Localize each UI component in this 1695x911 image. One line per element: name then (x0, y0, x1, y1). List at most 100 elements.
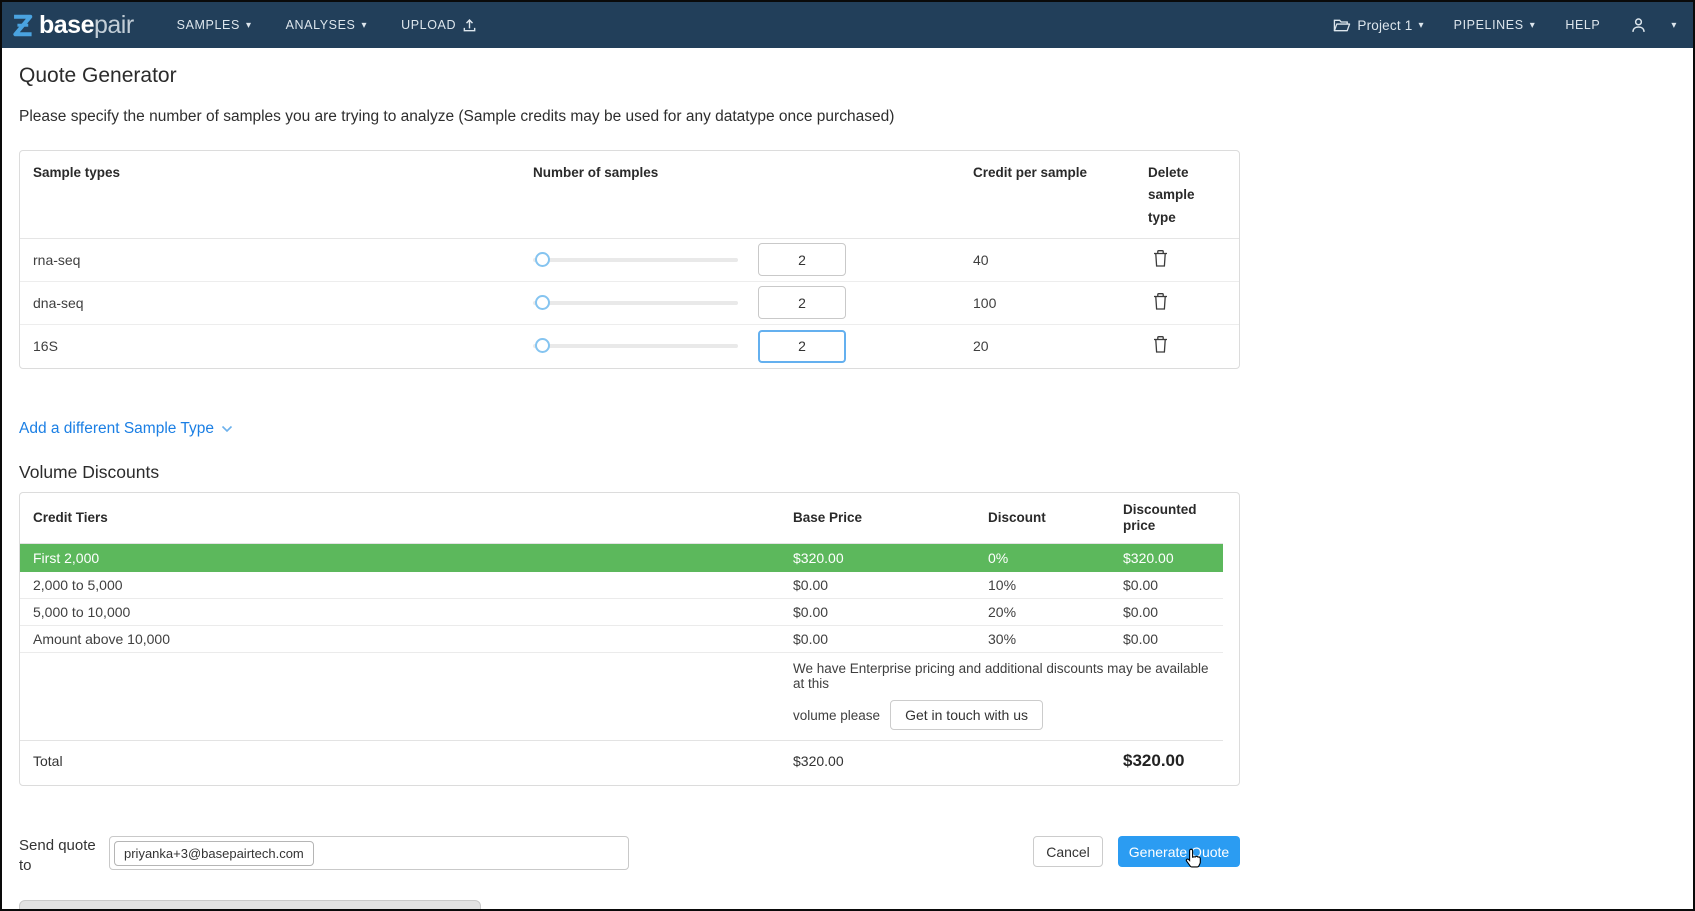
form-actions: Cancel Generate Quote (1033, 836, 1240, 867)
volume-discounts-title: Volume Discounts (19, 462, 1693, 483)
credit-per-sample-value: 20 (973, 338, 1148, 354)
discount-value: 20% (988, 604, 1123, 620)
main-content: Quote Generator Please specify the numbe… (2, 48, 1693, 911)
sample-type-label: 16S (33, 338, 533, 354)
credit-per-sample-value: 40 (973, 252, 1148, 268)
slider-track[interactable] (533, 258, 738, 262)
navbar-left: basepair SAMPLES ▾ ANALYSES ▾ UPLOAD (10, 11, 494, 40)
send-quote-label: Send quote to (19, 836, 109, 875)
total-base-price: $320.00 (793, 753, 988, 769)
brand-text-bold: base (39, 11, 94, 40)
email-chip[interactable]: priyanka+3@basepairtech.com (114, 841, 314, 866)
table-row: 16S 20 (20, 325, 1239, 368)
table-row: rna-seq 40 (20, 239, 1239, 282)
basepair-logo[interactable]: basepair (10, 11, 134, 40)
discount-value: 0% (988, 550, 1123, 566)
brand-text-light: pair (94, 11, 134, 40)
add-sample-type-label: Add a different Sample Type (19, 420, 214, 438)
quote-generator-page: basepair SAMPLES ▾ ANALYSES ▾ UPLOAD (0, 0, 1695, 911)
discounts-table-header: Credit Tiers Base Price Discount Discoun… (20, 493, 1223, 544)
slider-thumb[interactable] (535, 338, 550, 353)
send-quote-input[interactable]: priyanka+3@basepairtech.com (109, 836, 629, 870)
delete-sample-button[interactable] (1148, 292, 1169, 314)
column-header-discount: Discount (988, 510, 1123, 526)
enterprise-note-row: We have Enterprise pricing and additiona… (20, 653, 1223, 741)
nav-analyses-label: ANALYSES (286, 18, 356, 32)
sample-count-cell (533, 330, 973, 363)
caret-down-icon: ▾ (246, 21, 252, 31)
slider-thumb[interactable] (535, 252, 550, 267)
discounted-price-value: $0.00 (1123, 631, 1210, 647)
nav-project-label: Project 1 (1357, 18, 1412, 33)
cancel-button[interactable]: Cancel (1033, 836, 1103, 867)
sample-count-slider[interactable] (533, 338, 738, 354)
nav-samples[interactable]: SAMPLES ▾ (177, 18, 252, 32)
base-price-value: $0.00 (793, 604, 988, 620)
table-row: dna-seq 100 (20, 282, 1239, 325)
sample-count-cell (533, 286, 973, 319)
credit-per-sample-value: 100 (973, 295, 1148, 311)
upload-icon (462, 18, 477, 33)
top-navbar: basepair SAMPLES ▾ ANALYSES ▾ UPLOAD (2, 2, 1693, 48)
discount-value: 30% (988, 631, 1123, 647)
column-header-sample-types: Sample types (33, 162, 533, 184)
table-row-active-tier: First 2,000 $320.00 0% $320.00 (20, 544, 1223, 572)
nav-help-label: HELP (1565, 18, 1600, 32)
nav-samples-label: SAMPLES (177, 18, 240, 32)
tier-label: Amount above 10,000 (33, 631, 793, 647)
total-row: Total $320.00 $320.00 (20, 741, 1223, 783)
column-header-delete-sample-type: Delete sample type (1148, 162, 1226, 229)
generate-quote-button[interactable]: Generate Quote (1118, 836, 1240, 867)
column-header-credit-per-sample: Credit per sample (973, 162, 1148, 184)
nav-pipelines-label: PIPELINES (1454, 18, 1524, 32)
discount-value: 10% (988, 577, 1123, 593)
add-sample-type-link[interactable]: Add a different Sample Type (19, 420, 233, 438)
base-price-value: $0.00 (793, 577, 988, 593)
table-row: Amount above 10,000 $0.00 30% $0.00 (20, 626, 1223, 653)
slider-track[interactable] (533, 301, 738, 305)
column-header-base-price: Base Price (793, 510, 988, 526)
caret-down-icon: ▾ (361, 21, 367, 31)
table-row: 2,000 to 5,000 $0.00 10% $0.00 (20, 572, 1223, 599)
send-quote-row: Send quote to priyanka+3@basepairtech.co… (19, 836, 1240, 875)
sample-type-label: dna-seq (33, 295, 533, 311)
slider-thumb[interactable] (535, 295, 550, 310)
page-title: Quote Generator (19, 64, 1693, 88)
delete-sample-button[interactable] (1148, 335, 1169, 357)
sample-count-input[interactable] (758, 243, 846, 276)
nav-upload[interactable]: UPLOAD (401, 18, 477, 33)
slider-track[interactable] (533, 344, 738, 348)
caret-down-icon: ▾ (1671, 21, 1677, 31)
user-icon (1630, 17, 1647, 34)
nav-upload-label: UPLOAD (401, 18, 456, 32)
column-header-number-of-samples: Number of samples (533, 162, 973, 184)
nav-analyses[interactable]: ANALYSES ▾ (286, 18, 368, 32)
delete-sample-button[interactable] (1148, 249, 1169, 271)
nav-help[interactable]: HELP (1565, 18, 1600, 32)
nav-project-selector[interactable]: Project 1 ▾ (1333, 18, 1423, 33)
sample-count-input[interactable] (758, 286, 846, 319)
column-header-credit-tiers: Credit Tiers (33, 510, 793, 526)
samples-table-header: Sample types Number of samples Credit pe… (20, 151, 1239, 239)
tier-label: 5,000 to 10,000 (33, 604, 793, 620)
base-price-value: $0.00 (793, 631, 988, 647)
caret-down-icon: ▾ (1530, 21, 1536, 31)
enterprise-note-line2: volume please (793, 708, 880, 723)
sample-count-input[interactable] (758, 330, 846, 363)
chevron-down-icon (221, 420, 233, 438)
page-subtitle: Please specify the number of samples you… (19, 108, 1693, 126)
volume-discounts-table: Credit Tiers Base Price Discount Discoun… (19, 492, 1240, 786)
nav-pipelines[interactable]: PIPELINES ▾ (1454, 18, 1536, 32)
total-discounted-price: $320.00 (1123, 751, 1210, 771)
sample-count-slider[interactable] (533, 252, 738, 268)
sample-count-slider[interactable] (533, 295, 738, 311)
total-label: Total (33, 753, 793, 769)
payment-info-alert: i The payment service is provided by Int… (19, 900, 481, 911)
caret-down-icon: ▾ (1418, 21, 1423, 31)
nav-user-menu[interactable]: ▾ (1630, 17, 1677, 34)
column-header-discounted-price: Discounted price (1123, 502, 1210, 534)
get-in-touch-button[interactable]: Get in touch with us (890, 700, 1043, 730)
trash-icon (1152, 335, 1169, 357)
navbar-right: Project 1 ▾ PIPELINES ▾ HELP ▾ (1303, 17, 1677, 34)
sample-type-label: rna-seq (33, 252, 533, 268)
